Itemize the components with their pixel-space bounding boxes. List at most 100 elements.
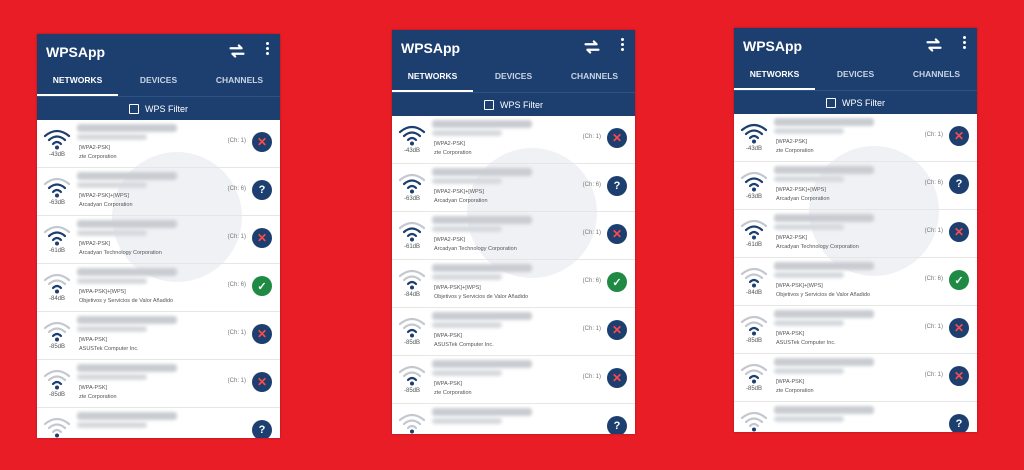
network-row[interactable]: -84dB [WPA-PSK]+[WPS] Objetivos y Servicio… <box>734 258 977 306</box>
network-row[interactable]: -85dB [WPA-PSK] zte Corporation (Ch: 1) ✕ <box>37 360 280 408</box>
network-row[interactable]: -85dB [WPA-PSK] ASUSTek Computer Inc. (Ch: … <box>37 312 280 360</box>
wps-locked-icon[interactable]: ✕ <box>252 228 272 248</box>
ssid-redacted <box>432 408 532 416</box>
vendor-name: ASUSTek Computer Inc. <box>434 342 494 348</box>
bssid-redacted <box>432 226 502 232</box>
wps-filter-checkbox[interactable] <box>128 103 139 114</box>
wps-unknown-icon[interactable]: ? <box>949 414 969 432</box>
signal-strength: -85dB <box>403 388 420 394</box>
tab-channels[interactable]: CHANNELS <box>896 62 977 90</box>
channel: (Ch: 1) <box>582 326 601 332</box>
wifi-icon <box>398 220 426 242</box>
tab-networks[interactable]: NETWORKS <box>37 68 118 96</box>
network-row[interactable]: -84dB [WPA-PSK]+[WPS] Objetivos y Servicio… <box>37 264 280 312</box>
tab-networks[interactable]: NETWORKS <box>392 64 473 92</box>
signal-strength: -84dB <box>745 290 762 296</box>
wifi-icon <box>740 170 768 192</box>
tab-bar: NETWORKS DEVICES CHANNELS <box>392 64 635 92</box>
bssid-redacted <box>432 178 502 184</box>
security-type: [WPA2-PSK] <box>79 145 111 151</box>
wps-locked-icon[interactable]: ✕ <box>252 372 272 392</box>
wifi-icon <box>740 314 768 336</box>
wps-unknown-icon[interactable]: ? <box>949 174 969 194</box>
wps-locked-icon[interactable]: ✕ <box>949 126 969 146</box>
more-vert-icon[interactable] <box>619 38 625 54</box>
ssid-redacted <box>774 310 874 318</box>
tab-devices[interactable]: DEVICES <box>118 68 199 96</box>
network-row[interactable]: -61dB [WPA2-PSK] Arcadyan Technology Corpo… <box>37 216 280 264</box>
network-row[interactable]: -63dB [WPA2-PSK]+[WPS] Arcadyan Corporatio… <box>37 168 280 216</box>
wps-locked-icon[interactable]: ✕ <box>252 132 272 152</box>
vendor-name: Arcadyan Corporation <box>776 196 830 202</box>
wps-locked-icon[interactable]: ✕ <box>607 128 627 148</box>
wps-locked-icon[interactable]: ✕ <box>607 320 627 340</box>
wps-locked-icon[interactable]: ✕ <box>949 366 969 386</box>
wps-ok-icon[interactable]: ✓ <box>949 270 969 290</box>
wps-locked-icon[interactable]: ✕ <box>607 224 627 244</box>
network-row[interactable]: -85dB [WPA-PSK] ASUSTek Computer Inc. (Ch: … <box>734 306 977 354</box>
wps-unknown-icon[interactable]: ? <box>252 180 272 200</box>
wps-filter[interactable]: WPS Filter <box>392 92 635 116</box>
wps-ok-icon[interactable]: ✓ <box>607 272 627 292</box>
more-vert-icon[interactable] <box>264 42 270 58</box>
network-row[interactable]: ? <box>734 402 977 432</box>
channel: (Ch: 1) <box>924 132 943 138</box>
network-row[interactable]: -85dB [WPA-PSK] ASUSTek Computer Inc. (Ch: … <box>392 308 635 356</box>
ssid-redacted <box>774 406 874 414</box>
wps-filter[interactable]: WPS Filter <box>37 96 280 120</box>
app-bar: WPSApp NETWORKS DEVICES CHANNELS <box>392 30 635 92</box>
bssid-redacted <box>774 224 844 230</box>
tab-devices[interactable]: DEVICES <box>815 62 896 90</box>
network-row[interactable]: -43dB [WPA2-PSK] zte Corporation (Ch: 1) ✕ <box>392 116 635 164</box>
ssid-redacted <box>77 172 177 180</box>
tab-bar: NETWORKS DEVICES CHANNELS <box>734 62 977 90</box>
security-type: [WPA-PSK]+[WPS] <box>434 285 481 291</box>
more-vert-icon[interactable] <box>961 36 967 52</box>
network-row[interactable]: ? <box>37 408 280 438</box>
wps-locked-icon[interactable]: ✕ <box>949 222 969 242</box>
wps-filter-checkbox[interactable] <box>483 99 494 110</box>
tab-devices[interactable]: DEVICES <box>473 64 554 92</box>
wps-locked-icon[interactable]: ✕ <box>252 324 272 344</box>
network-row[interactable]: ? <box>392 404 635 434</box>
bssid-redacted <box>774 416 844 422</box>
security-type: [WPA2-PSK]+[WPS] <box>79 193 129 199</box>
wps-unknown-icon[interactable]: ? <box>252 420 272 438</box>
network-row[interactable]: -63dB [WPA2-PSK]+[WPS] Arcadyan Corporatio… <box>734 162 977 210</box>
tab-channels[interactable]: CHANNELS <box>199 68 280 96</box>
bssid-redacted <box>77 326 147 332</box>
ssid-redacted <box>77 412 177 420</box>
network-row[interactable]: -85dB [WPA-PSK] zte Corporation (Ch: 1) ✕ <box>392 356 635 404</box>
refresh-icon[interactable] <box>923 34 945 56</box>
tab-networks[interactable]: NETWORKS <box>734 62 815 90</box>
ssid-redacted <box>77 268 177 276</box>
bssid-redacted <box>432 370 502 376</box>
network-row[interactable]: -43dB [WPA2-PSK] zte Corporation (Ch: 1) ✕ <box>734 114 977 162</box>
network-row[interactable]: -61dB [WPA2-PSK] Arcadyan Technology Corpo… <box>734 210 977 258</box>
network-row[interactable]: -84dB [WPA-PSK]+[WPS] Objetivos y Servicio… <box>392 260 635 308</box>
wps-filter-checkbox[interactable] <box>825 97 836 108</box>
network-row[interactable]: -63dB [WPA2-PSK]+[WPS] Arcadyan Corporatio… <box>392 164 635 212</box>
channel: (Ch: 6) <box>582 278 601 284</box>
wps-locked-icon[interactable]: ✕ <box>607 368 627 388</box>
refresh-icon[interactable] <box>226 40 248 62</box>
network-row[interactable]: -61dB [WPA2-PSK] Arcadyan Technology Corpo… <box>392 212 635 260</box>
network-row[interactable]: -85dB [WPA-PSK] zte Corporation (Ch: 1) ✕ <box>734 354 977 402</box>
bssid-redacted <box>77 374 147 380</box>
wifi-icon <box>43 128 71 150</box>
wps-filter[interactable]: WPS Filter <box>734 90 977 114</box>
channel: (Ch: 1) <box>227 330 246 336</box>
wps-unknown-icon[interactable]: ? <box>607 416 627 434</box>
network-row[interactable]: -43dB [WPA2-PSK] zte Corporation (Ch: 1) ✕ <box>37 120 280 168</box>
refresh-icon[interactable] <box>581 36 603 58</box>
wifi-icon <box>43 416 71 438</box>
wps-ok-icon[interactable]: ✓ <box>252 276 272 296</box>
bssid-redacted <box>774 176 844 182</box>
wifi-icon <box>398 316 426 338</box>
wps-locked-icon[interactable]: ✕ <box>949 318 969 338</box>
bssid-redacted <box>774 368 844 374</box>
wps-unknown-icon[interactable]: ? <box>607 176 627 196</box>
bssid-redacted <box>77 134 147 140</box>
ssid-redacted <box>77 220 177 228</box>
tab-channels[interactable]: CHANNELS <box>554 64 635 92</box>
